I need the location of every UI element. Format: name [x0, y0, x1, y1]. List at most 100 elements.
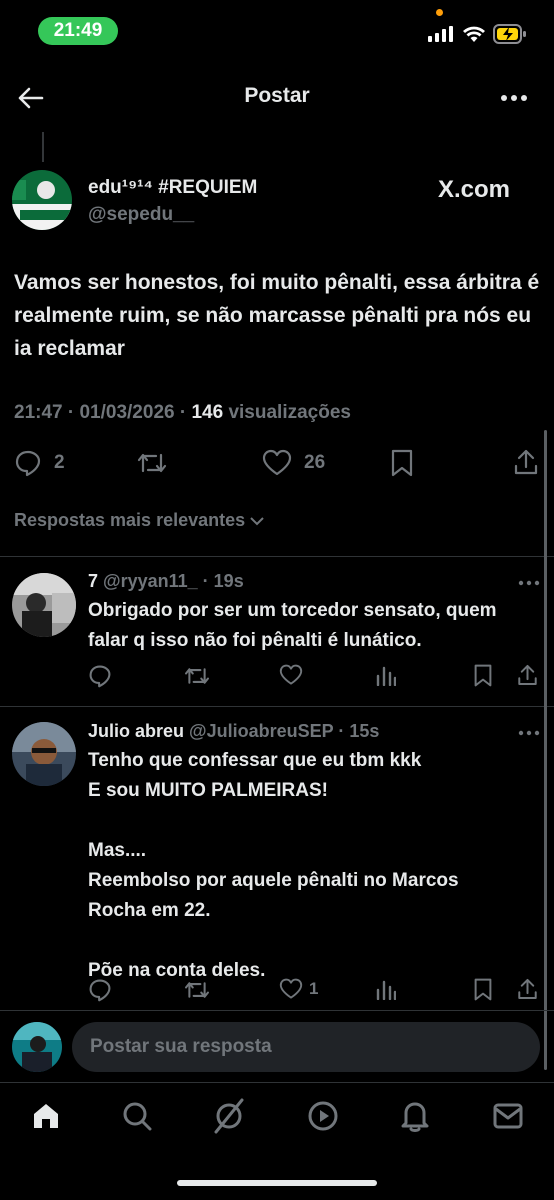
reply-icon [89, 979, 111, 1002]
sort-label: Respostas mais relevantes [14, 510, 246, 530]
more-dots-icon [518, 580, 540, 586]
tweet-timestamp[interactable]: 21:47 · 01/03/2026 · [14, 402, 186, 423]
bell-icon [401, 1102, 429, 1132]
reply-text: Obrigado por ser um torcedor sensato, qu… [88, 600, 497, 651]
thread-line [42, 132, 44, 162]
status-time-text: 21:49 [53, 20, 103, 41]
play-circle-icon [308, 1101, 338, 1131]
sort-selector[interactable]: Respostas mais relevantes [14, 510, 265, 531]
reply-avatar[interactable] [12, 573, 76, 637]
heart-icon [279, 664, 303, 685]
reply-line: Tenho que confessar que eu tbm kkk [88, 750, 422, 771]
reply-bookmark-button[interactable] [473, 664, 493, 687]
author-name[interactable]: edu¹⁹¹⁴ #REQUIEM [88, 177, 257, 199]
views-label: visualizações [228, 402, 351, 423]
bookmark-icon [391, 449, 413, 477]
reply-input[interactable]: Postar sua resposta [72, 1022, 540, 1072]
heart-icon [262, 449, 292, 476]
reply-icon [15, 450, 41, 477]
reply-icon [89, 665, 111, 688]
reply-count: 2 [54, 452, 65, 473]
nav-notifications[interactable] [400, 1099, 430, 1133]
reply-share-button[interactable] [516, 977, 539, 1001]
reply-header: Julio abreu @JulioabreuSEP · 15s [88, 721, 379, 742]
share-icon [518, 978, 537, 1000]
reply-handle[interactable]: @ryyan11_ [103, 571, 198, 591]
status-time: 21:49 [38, 17, 118, 45]
reply-line: E sou MUITO PALMEIRAS! [88, 780, 328, 801]
divider [0, 556, 554, 557]
reply-views-button[interactable] [376, 664, 396, 686]
share-icon [514, 449, 538, 475]
nav-home[interactable] [30, 1100, 62, 1132]
analytics-icon [376, 980, 396, 1000]
views-count: 146 [191, 402, 224, 423]
nav-video[interactable] [307, 1100, 339, 1132]
reply-like-button[interactable]: 1 [279, 978, 318, 1000]
mail-icon [493, 1103, 523, 1129]
share-button[interactable] [512, 448, 540, 476]
reply-more-button[interactable] [518, 580, 540, 586]
reply-text: Tenho que confessar que eu tbm kkk E sou… [88, 746, 538, 986]
search-icon [123, 1102, 152, 1131]
source-label: X.com [438, 176, 511, 203]
repost-icon [184, 668, 210, 684]
reply-line: Rocha em 22. [88, 900, 211, 921]
reply-display-name[interactable]: Julio abreu [88, 721, 184, 741]
reply-handle[interactable]: @JulioabreuSEP [189, 721, 333, 741]
share-icon [518, 664, 537, 686]
repost-icon [137, 453, 167, 473]
tweet-text: Vamos ser honestos, foi muito pênalti, e… [14, 271, 540, 360]
wifi-icon [462, 25, 486, 43]
nav-explore[interactable] [122, 1101, 152, 1131]
battery-icon [493, 23, 527, 45]
reply-bookmark-button[interactable] [473, 978, 493, 1001]
reply-header: 7 @ryyan11_ · 19s [88, 571, 244, 592]
author-avatar[interactable] [12, 170, 72, 230]
author-handle[interactable]: @sepedu__ [88, 204, 194, 226]
divider [0, 706, 554, 707]
author-display-name[interactable]: edu¹⁹¹⁴ #REQUIEM [88, 177, 257, 198]
reply-like-count: 1 [309, 979, 319, 998]
heart-icon [279, 978, 303, 999]
privacy-indicator [436, 9, 443, 16]
chevron-down-icon [250, 516, 264, 525]
repost-button[interactable] [136, 450, 168, 476]
tweet-meta: 21:47 · 01/03/2026 · 146 visualizações [14, 402, 351, 424]
signal-icon [428, 26, 454, 42]
reply-repost-button[interactable] [183, 979, 211, 1001]
reply-line [88, 926, 538, 956]
reply-age[interactable]: · 15s [338, 721, 379, 741]
reply-age[interactable]: · 19s [203, 571, 244, 591]
reply-views-button[interactable] [376, 978, 396, 1000]
more-options-button[interactable] [500, 94, 528, 102]
reply-like-button[interactable] [279, 664, 303, 686]
reply-line [88, 806, 538, 836]
bookmark-icon [474, 664, 492, 687]
reply-comment-button[interactable] [88, 664, 112, 688]
home-icon [34, 1104, 58, 1128]
home-indicator [177, 1180, 377, 1186]
reply-more-button[interactable] [518, 730, 540, 736]
reply-repost-button[interactable] [183, 665, 211, 687]
divider [0, 1010, 554, 1011]
nav-grok[interactable] [212, 1098, 246, 1134]
reply-button[interactable]: 2 [14, 449, 65, 477]
repost-icon [184, 982, 210, 998]
reply-line: Mas.... [88, 840, 147, 861]
analytics-icon [376, 666, 396, 686]
bookmark-button[interactable] [390, 449, 414, 477]
reply-line: Reembolso por aquele pênalti no Marcos [88, 870, 459, 891]
like-button[interactable]: 26 [262, 449, 325, 477]
reply-input-placeholder: Postar sua resposta [90, 1036, 272, 1057]
nav-messages[interactable] [493, 1103, 523, 1129]
like-count: 26 [304, 452, 326, 473]
reply-comment-button[interactable] [88, 978, 112, 1002]
reply-avatar[interactable] [12, 722, 76, 786]
scrollbar[interactable] [544, 430, 547, 1070]
reply-display-name[interactable]: 7 [88, 571, 98, 591]
page-title: Postar [244, 84, 310, 107]
more-dots-icon [518, 730, 540, 736]
reply-share-button[interactable] [516, 663, 539, 687]
my-avatar[interactable] [12, 1022, 62, 1072]
